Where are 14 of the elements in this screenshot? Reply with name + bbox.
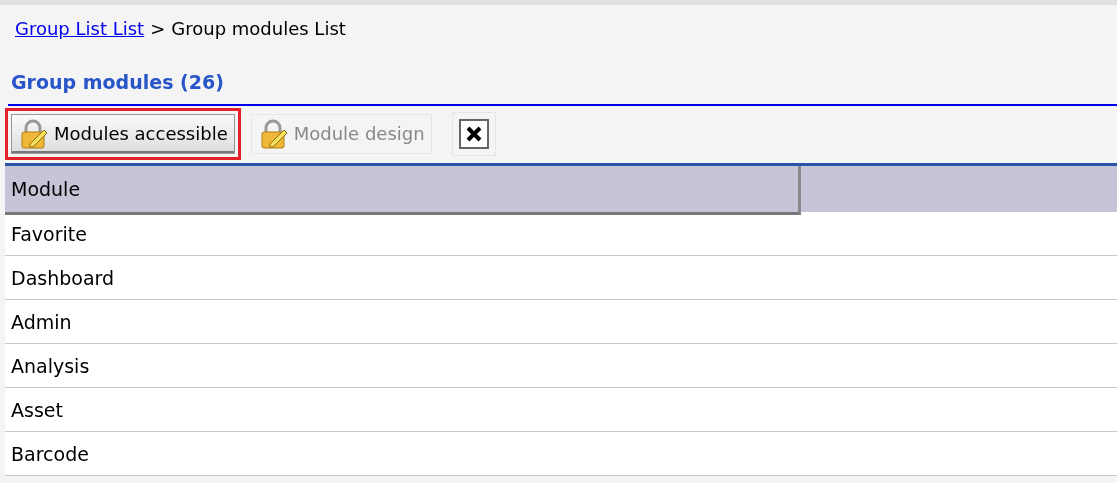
section-heading: Group modules (26): [11, 71, 224, 93]
breadcrumb-link[interactable]: Group List List: [15, 17, 145, 39]
table-cell: Barcode: [11, 442, 89, 465]
table-cell: Dashboard: [11, 266, 115, 289]
close-icon: [458, 118, 489, 149]
lock-pencil-icon: [18, 118, 48, 149]
breadcrumb-current: Group modules List: [171, 17, 346, 39]
table-cell: Asset: [11, 398, 63, 421]
table-cell: Favorite: [11, 222, 87, 245]
table-cell: Admin: [11, 310, 72, 333]
close-button[interactable]: [451, 111, 496, 156]
breadcrumb-separator: >: [150, 17, 166, 39]
toolbar-button[interactable]: Modules accessible: [11, 113, 235, 154]
table-cell: Analysis: [11, 354, 90, 377]
